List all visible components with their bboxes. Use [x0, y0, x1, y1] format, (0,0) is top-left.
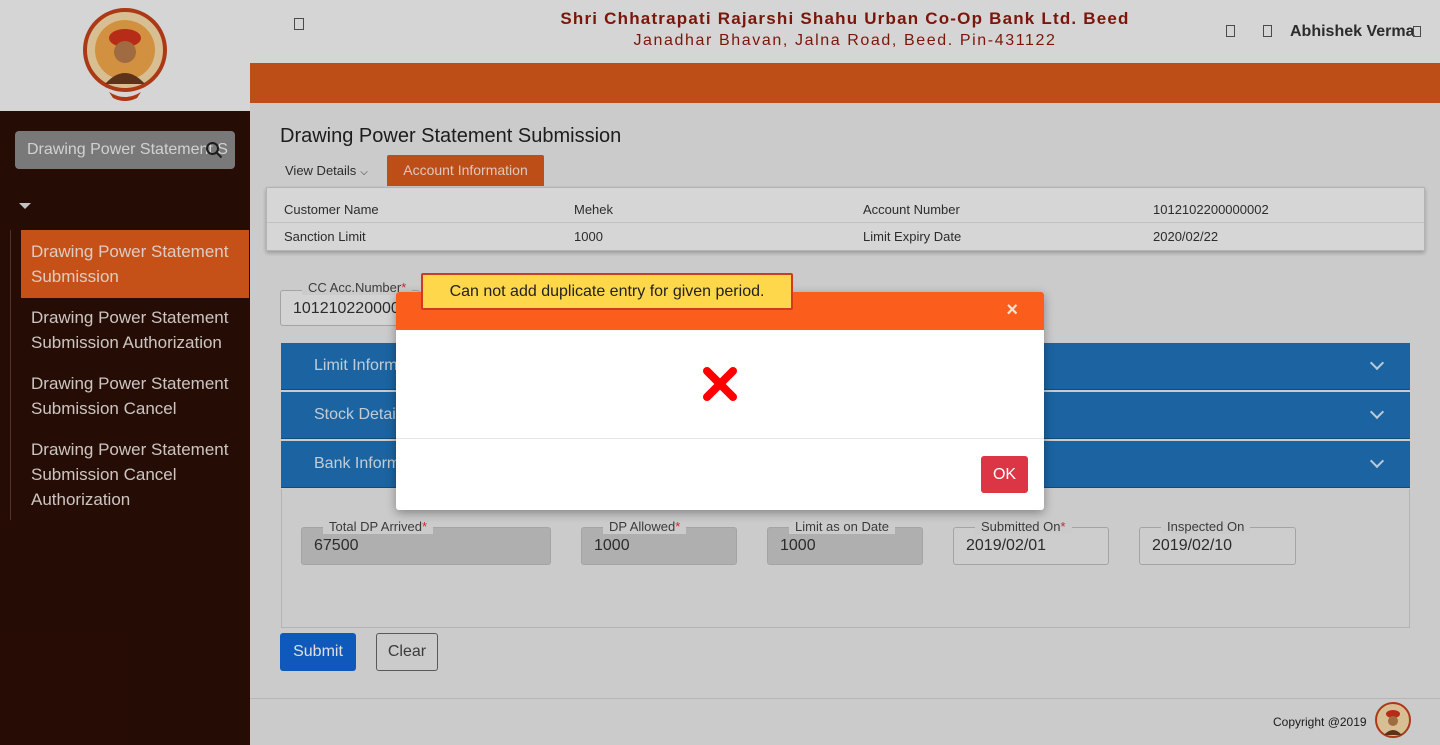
- close-icon[interactable]: ×: [1006, 299, 1018, 322]
- error-dialog: × OK: [396, 292, 1044, 510]
- dialog-divider: [396, 438, 1044, 439]
- ok-button[interactable]: OK: [981, 456, 1028, 493]
- error-toast: Can not add duplicate entry for given pe…: [421, 273, 793, 310]
- error-x-icon: [703, 367, 737, 401]
